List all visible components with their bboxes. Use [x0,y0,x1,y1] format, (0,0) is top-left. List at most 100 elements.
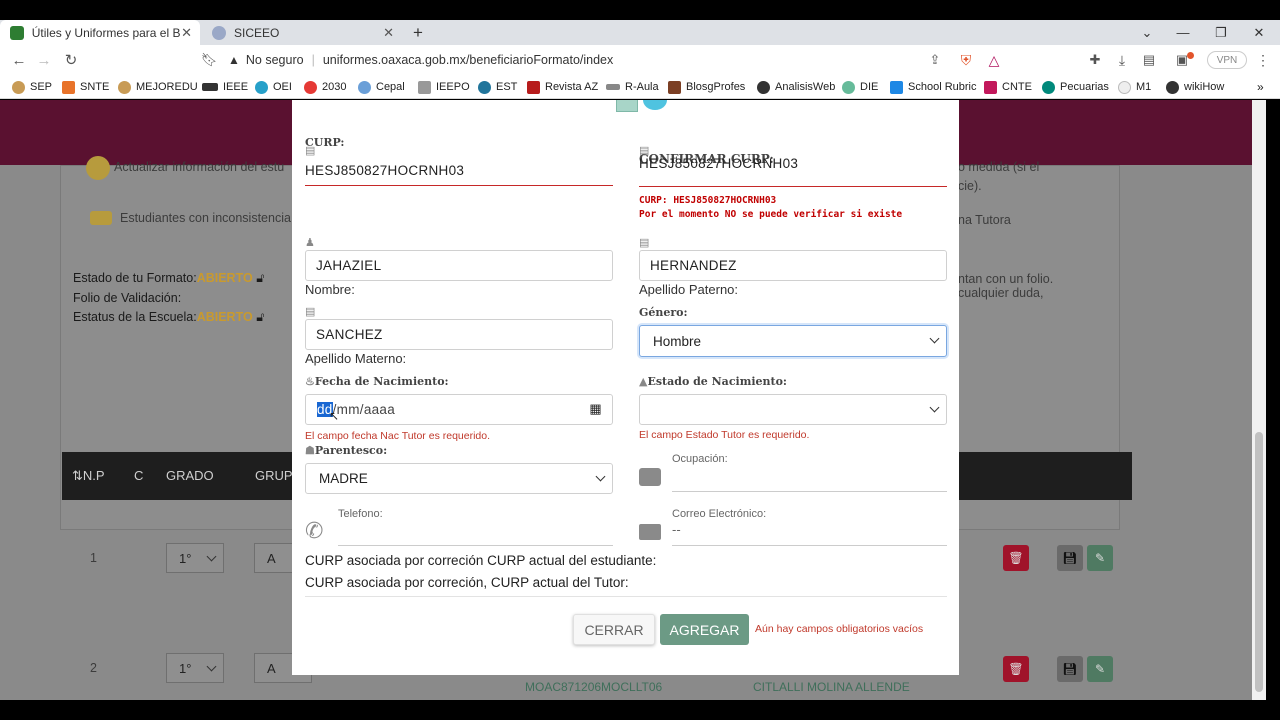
edit-user-button[interactable]: ✎ [1087,545,1113,571]
bookmark-wikihow[interactable]: wikiHow [1166,78,1224,96]
bookmark-icon[interactable]: 🔖︎ [198,49,220,71]
extensions-icon[interactable]: ✚ [1084,49,1106,71]
tab-strip: Útiles y Uniformes para el Bienest ✕ SIC… [0,20,1280,45]
fecha-label-text: Fecha de Nacimiento: [314,375,449,388]
envelope-icon [639,524,661,540]
bookmarks-overflow-icon[interactable]: » [1257,78,1264,96]
close-window-icon[interactable]: ✕ [1236,20,1280,45]
bookmark-ieepo[interactable]: IEEPO [418,78,470,96]
url-input[interactable]: ▲ No seguro | uniformes.oaxaca.gob.mx/be… [228,48,948,72]
ieee-icon [202,83,218,91]
bookmark-cnte[interactable]: CNTE [984,78,1032,96]
brave-shield-icon[interactable]: ⛨ [955,49,977,71]
bookmark-oei[interactable]: OEI [255,78,292,96]
share-icon[interactable]: ⇪ [924,49,946,71]
curp-message-2: Por el momento NO se puede verificar si … [639,209,903,220]
bookmark-sep[interactable]: SEP [12,78,52,96]
estatus-value: ABIERTO [196,310,253,324]
pecuarias-icon [1042,80,1055,94]
date-segment-rest[interactable]: /mm/aaaa [333,402,395,417]
notice-2: Estudiantes con inconsistencia [120,211,291,225]
side-note-1: ntan con un folio. [958,272,1054,286]
sidebar-icon[interactable]: ▤ [1138,49,1160,71]
bookmark-blosgprofes[interactable]: BlosgProfes [668,78,745,96]
cake-icon: ♨ [305,375,315,388]
bookmark-revista-az[interactable]: Revista AZ [527,78,598,96]
downloads-icon[interactable]: ⤓ [1111,49,1133,71]
curp-input[interactable]: HESJ850827HOCRNH03 [305,155,613,186]
bookmark-label: wikiHow [1184,81,1225,93]
fecha-nacimiento-label: ♨Fecha de Nacimiento: [305,375,449,388]
apellido-paterno-input[interactable]: HERNANDEZ [639,250,947,281]
row-2-np: 2 [90,661,97,675]
notice-2-right: na Tutora [958,213,1011,227]
bookmark-analisisweb[interactable]: AnalisisWeb [757,78,835,96]
bookmark-school-rubric[interactable]: School Rubric [890,78,976,96]
tab-siceeo[interactable]: SICEEO ✕ [202,20,402,45]
nombre-input[interactable]: JAHAZIEL [305,250,613,281]
brave-rewards-icon[interactable]: △ [983,49,1005,71]
th-grado[interactable]: GRADO [166,468,214,483]
estado-nacimiento-label: ▲Estado de Nacimiento: [639,375,787,388]
telefono-input[interactable] [338,522,613,546]
notice-1: Actualizar información del estu [114,160,285,174]
phone-icon: ✆ [305,518,324,543]
save-button[interactable]: 💾︎ [1057,656,1083,682]
th-np[interactable]: ⇅N.P [72,468,105,484]
unlock-icon: 🔓︎ [256,271,265,285]
th-grupo[interactable]: GRUP [255,468,293,483]
back-icon[interactable]: ← [8,49,30,71]
bookmark-est[interactable]: EST [478,78,517,96]
ieepo-icon [418,80,431,94]
required-fields-warning: Aún hay campos obligatorios vacíos [755,623,924,635]
row-2-grado-select[interactable]: 1° [166,653,224,683]
new-tab-icon[interactable]: + [413,23,423,43]
curp-message-1: CURP: HESJ850827HOCRNH03 [639,195,777,206]
tutor-form-modal: CURP: ▤ HESJ850827HOCRNH03 ▤ CONFIRMAR C… [292,100,959,675]
agregar-button[interactable]: AGREGAR [660,614,749,645]
genero-select[interactable]: Hombre [639,325,947,357]
close-tab-icon[interactable]: ✕ [383,25,394,41]
delete-button[interactable]: 🗑︎ [1003,545,1029,571]
apellido-materno-input[interactable]: SANCHEZ [305,319,613,350]
bookmark-die[interactable]: DIE [842,78,878,96]
step-indicator-square [616,100,638,112]
menu-icon[interactable]: ⋮ [1252,49,1274,71]
ocupacion-label: Ocupación: [672,453,728,465]
chevron-down-icon [929,402,940,413]
cerrar-button[interactable]: CERRAR [573,614,655,645]
close-tab-icon[interactable]: ✕ [181,25,192,41]
bookmark-pecuarias[interactable]: Pecuarias [1042,78,1109,96]
confirm-curp-input[interactable]: HESJ850827HOCRNH03 [639,156,947,187]
estado-nacimiento-select[interactable] [639,394,947,425]
correo-input[interactable]: -- [672,522,947,546]
edit-user-button[interactable]: ✎ [1087,656,1113,682]
curp-tutor-line: CURP asociada por correción, CURP actual… [305,575,629,590]
tab-title: Útiles y Uniformes para el Bienest [31,25,181,40]
bookmark-r-aula[interactable]: R-Aula [606,78,659,96]
bookmark-2030[interactable]: 2030 [304,78,346,96]
forward-icon[interactable]: → [33,49,55,71]
th-c[interactable]: C [134,468,143,483]
tab-utiles-uniformes[interactable]: Útiles y Uniformes para el Bienest ✕ [0,20,200,45]
bookmark-snte[interactable]: SNTE [62,78,109,96]
bookmark-m1[interactable]: M1 [1118,78,1151,96]
scrollbar-thumb[interactable] [1255,432,1263,692]
row-1-grado-select[interactable]: 1° [166,543,224,573]
calendar-icon[interactable]: ▦ [589,401,602,417]
row-2-name: CITLALLI MOLINA ALLENDE [753,680,910,694]
fecha-nacimiento-input[interactable]: dd/mm/aaaa ▦ [305,394,613,425]
tab-title: SICEEO [234,25,280,40]
delete-button[interactable]: 🗑︎ [1003,656,1029,682]
parentesco-select[interactable]: MADRE [305,463,613,494]
bookmark-label: DIE [860,81,879,93]
bookmark-mejoredu[interactable]: MEJOREDU [118,78,198,96]
save-button[interactable]: 💾︎ [1057,545,1083,571]
reload-icon[interactable]: ↻ [60,49,82,71]
bookmark-cepal[interactable]: Cepal [358,78,405,96]
bookmark-ieee[interactable]: IEEE [202,78,248,96]
apellido-materno-label: Apellido Materno: [305,351,407,366]
ocupacion-input[interactable] [672,468,947,492]
vpn-button[interactable]: VPN [1207,51,1247,69]
chevron-down-icon [206,551,217,562]
